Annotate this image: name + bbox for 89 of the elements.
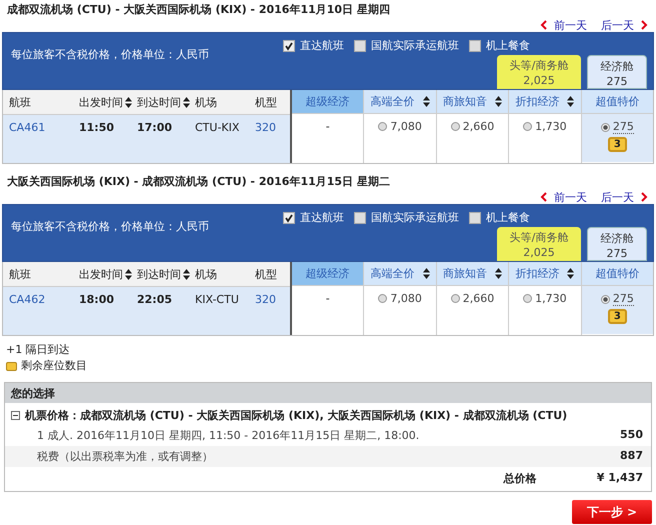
collapse-icon[interactable] [11,411,20,420]
fare-radio[interactable]: 2,660 [450,120,494,133]
fare-column-header: 超值特价 [582,262,654,286]
fare-radio[interactable]: 275 [600,120,634,134]
unavailable-mark: - [326,120,330,133]
column-header: 航班 [8,266,32,282]
column-header: 机型 [255,94,278,110]
chevron-left-icon [540,20,548,30]
checkmark-icon [284,40,294,50]
sort-icon[interactable] [422,268,430,279]
route-code: KIX-CTU [195,293,240,306]
legend-text: 剩余座位数目 [21,358,87,374]
total-label: 总价格 [504,471,537,486]
fare-column-header[interactable]: 折扣经济 [509,262,581,286]
filter-checkbox[interactable]: 机上餐食 [469,210,530,225]
chevron-right-icon [640,20,648,30]
cabin-tab[interactable]: 头等/商务舱 2,025 [497,55,581,89]
chevron-right-icon [640,192,648,202]
filter-checkbox[interactable]: 直达航班 [283,210,344,225]
column-header: 机型 [255,266,278,282]
column-header[interactable]: 出发时间 [79,266,137,282]
price-item-value: 550 [620,428,643,443]
sort-icon[interactable] [495,268,502,279]
filter-checkbox[interactable]: 国航实际承运航班 [354,38,459,53]
price-item-value: 887 [620,449,643,464]
seats-badge: 3 [608,309,627,324]
sort-icon[interactable] [422,96,430,107]
legend-text: +1 隔日到达 [6,342,71,358]
price-note: 每位旅客不含税价格，价格单位：人民币 [11,47,209,62]
fare-radio[interactable]: 7,080 [378,292,422,305]
column-header[interactable]: 到达时间 [137,94,195,110]
chevron-left-icon [540,192,548,202]
filter-checkbox[interactable]: 国航实际承运航班 [354,210,459,225]
next-day-link[interactable]: 后一天 [601,18,648,32]
sort-icon[interactable] [567,96,574,107]
price-note: 每位旅客不含税价格，价格单位：人民币 [11,219,209,234]
fare-column-header: 超级经济 [292,90,364,114]
checkmark-icon [284,212,294,222]
summary-header: 您的选择 [5,383,651,403]
previous-day-link[interactable]: 前一天 [540,190,587,204]
next-step-button[interactable]: 下一步 > [572,500,652,524]
price-item-label: 税费（以出票税率为准，或有调整） [37,449,213,464]
flight-number[interactable]: CA461 [3,121,79,134]
route-code: CTU-KIX [195,121,240,134]
fare-radio[interactable]: 275 [600,292,634,306]
column-header: 航班 [8,94,32,110]
departure-time: 11:50 [79,121,116,134]
fare-radio[interactable]: 1,730 [523,120,567,133]
fare-column-header[interactable]: 折扣经济 [509,90,581,114]
aircraft-type[interactable]: 320 [255,293,289,306]
sort-icon[interactable] [567,268,574,279]
ticket-price-label: 机票价格：成都双流机场 (CTU) - 大阪关西国际机场 (KIX), 大阪关西国际机场 (KIX) - 成都双流机场 (CTU) [25,408,568,423]
fare-radio[interactable]: 7,080 [378,120,422,133]
column-header[interactable]: 到达时间 [137,266,195,282]
cabin-tab[interactable]: 经济舱 275 [587,227,647,261]
fare-column-header: 超值特价 [582,90,654,114]
price-item-label: 1 成人. 2016年11月10日 星期四, 11:50 - 2016年11月15日 星期二, 18:00. [37,428,420,443]
total-price: ¥ 1,437 [596,471,643,486]
sort-icon[interactable] [125,96,132,108]
sort-icon[interactable] [183,96,190,108]
flight-number[interactable]: CA462 [3,293,79,306]
seats-badge: 3 [608,137,627,152]
arrival-time: 22:05 [137,293,174,306]
aircraft-type[interactable]: 320 [255,121,289,134]
unavailable-mark: - [326,292,330,305]
filter-checkbox[interactable]: 机上餐食 [469,38,530,53]
departure-time: 18:00 [79,293,116,306]
fare-column-header: 超级经济 [292,262,364,286]
sort-icon[interactable] [495,96,502,107]
fare-column-header[interactable]: 商旅知音 [436,262,508,286]
arrival-time: 17:00 [137,121,174,134]
column-header: 机场 [195,266,218,282]
filter-checkbox[interactable]: 直达航班 [283,38,344,53]
cabin-tab[interactable]: 头等/商务舱 2,025 [497,227,581,261]
fare-column-header[interactable]: 高端全价 [364,90,436,114]
seat-icon [6,362,17,370]
fare-radio[interactable]: 2,660 [450,292,494,305]
next-day-link[interactable]: 后一天 [601,190,648,204]
sort-icon[interactable] [125,268,132,280]
previous-day-link[interactable]: 前一天 [540,18,587,32]
route-title: 成都双流机场 (CTU) - 大阪关西国际机场 (KIX) - 2016年11月10日 星期四 [6,2,391,18]
column-header: 机场 [195,94,218,110]
column-header[interactable]: 出发时间 [79,94,137,110]
fare-column-header[interactable]: 商旅知音 [436,90,508,114]
cabin-tab[interactable]: 经济舱 275 [587,55,647,89]
sort-icon[interactable] [183,268,190,280]
fare-column-header[interactable]: 高端全价 [364,262,436,286]
fare-radio[interactable]: 1,730 [523,292,567,305]
route-title: 大阪关西国际机场 (KIX) - 成都双流机场 (CTU) - 2016年11月15日 星期二 [6,174,391,190]
